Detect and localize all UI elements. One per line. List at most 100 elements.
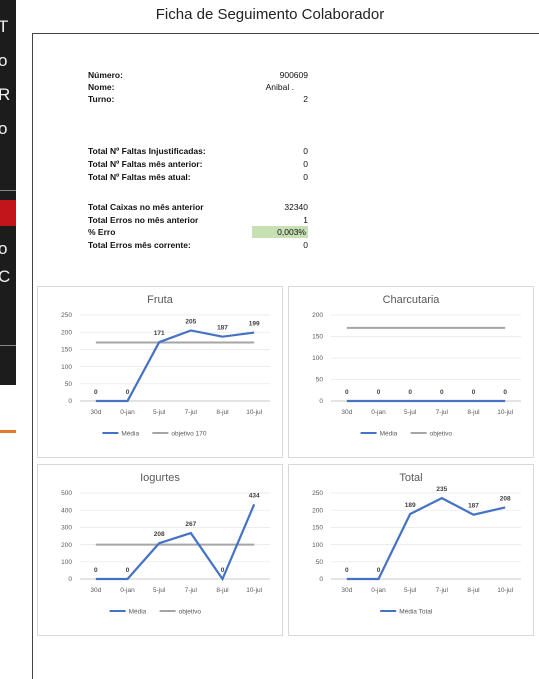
- x-tick-label: 5-jul: [153, 587, 166, 594]
- info-label: Total Erros mês corrente:: [88, 240, 191, 250]
- data-label: 0: [221, 567, 225, 574]
- data-label: 267: [185, 521, 196, 528]
- y-tick-label: 100: [312, 542, 323, 549]
- x-tick-label: 8-jul: [467, 587, 480, 594]
- data-label: 199: [249, 321, 260, 328]
- info-value: 0: [303, 159, 308, 169]
- data-label: 0: [345, 567, 349, 574]
- y-tick-label: 250: [61, 312, 72, 319]
- data-label: 0: [440, 389, 444, 396]
- y-tick-label: 100: [61, 559, 72, 566]
- report-sheet: Número: 900609 Nome: Anibal . Turno: 2 T…: [32, 33, 539, 679]
- background-letter: o: [0, 119, 8, 138]
- x-tick-label: 30d: [90, 587, 101, 594]
- y-tick-label: 0: [319, 576, 323, 583]
- y-tick-label: 50: [65, 381, 73, 388]
- data-label: 187: [217, 325, 228, 332]
- x-tick-label: 0-jan: [371, 587, 386, 594]
- x-tick-label: 5-jul: [153, 409, 166, 416]
- chart-title: Total: [399, 472, 422, 484]
- y-tick-label: 400: [61, 507, 72, 514]
- y-tick-label: 50: [316, 559, 324, 566]
- x-tick-label: 10-jul: [497, 587, 513, 594]
- data-label: 434: [249, 492, 260, 499]
- info-value: 0: [303, 146, 308, 156]
- data-label: 235: [436, 486, 447, 493]
- y-tick-label: 300: [61, 525, 72, 532]
- info-row-faltas-mes-anterior: Total Nº Faltas mês anterior: 0: [88, 159, 308, 171]
- y-tick-label: 0: [319, 398, 323, 405]
- y-tick-label: 100: [312, 355, 323, 362]
- x-tick-label: 8-jul: [216, 587, 229, 594]
- chart-title: Fruta: [147, 294, 174, 306]
- chart-svg: Iogurtes 0 100 200 300 400 500 30d 0-jan 5-jul 7-j…: [61, 472, 270, 615]
- info-label: % Erro: [88, 227, 116, 237]
- series-line-media: [95, 329, 255, 403]
- x-tick-label: 10-jul: [246, 587, 262, 594]
- x-tick-label: 30d: [90, 409, 101, 416]
- info-value: 0: [303, 172, 308, 182]
- y-tick-label: 150: [312, 334, 323, 341]
- info-value: 1: [303, 215, 308, 225]
- legend-label: objetivo: [430, 430, 453, 437]
- info-label: Total Erros no mês anterior: [88, 215, 199, 225]
- background-letter: o: [0, 239, 8, 258]
- info-label: Total Nº Faltas mês anterior:: [88, 159, 203, 169]
- y-tick-label: 200: [61, 329, 72, 336]
- chart-fruta: Fruta 0 50 100 150 200 250 30d 0-jan 5-jul 7-jul 8-…: [37, 286, 283, 458]
- legend-label: Média: [121, 430, 139, 437]
- background-letter: o: [0, 51, 8, 70]
- data-label: 0: [472, 389, 476, 396]
- data-label: 0: [126, 567, 130, 574]
- info-label: Número:: [88, 70, 123, 80]
- info-block: Número: 900609 Nome: Anibal . Turno: 2 T…: [88, 70, 308, 310]
- info-value: 900609: [279, 70, 308, 80]
- chart-svg: Fruta 0 50 100 150 200 250 30d 0-jan 5-jul 7-jul 8-…: [61, 294, 270, 437]
- legend-label: objetivo: [179, 608, 202, 615]
- data-label: 0: [377, 567, 381, 574]
- info-row-turno: Turno: 2: [88, 94, 308, 106]
- background-window: T o R o o C: [0, 0, 16, 678]
- perc-erro-value: 0,003%: [252, 226, 308, 238]
- legend-label: Média: [129, 608, 147, 615]
- legend-label: Média: [380, 430, 398, 437]
- data-label: 0: [503, 389, 507, 396]
- data-label: 0: [345, 389, 349, 396]
- series-line-media: [95, 503, 256, 582]
- y-tick-label: 50: [316, 377, 324, 384]
- x-tick-label: 7-jul: [436, 587, 449, 594]
- x-tick-label: 7-jul: [185, 409, 198, 416]
- background-red-bar: [0, 200, 16, 226]
- x-tick-label: 10-jul: [246, 409, 262, 416]
- info-value: 0: [303, 240, 308, 250]
- chart-charcutaria: Charcutaria 0 50 100 150 200 30d 0-jan 5-jul 7-ju…: [288, 286, 534, 458]
- data-label: 208: [500, 495, 511, 502]
- data-label: 0: [377, 389, 381, 396]
- chart-total: Total 0 50 100 150 200 250 30d 0-jan 5-jul 7-jul 8-…: [288, 464, 534, 636]
- info-label: Total Nº Faltas Injustificadas:: [88, 146, 206, 156]
- chart-iogurtes: Iogurtes 0 100 200 300 400 500 30d 0-jan 5-jul 7-j…: [37, 464, 283, 636]
- background-letter: T: [0, 17, 9, 36]
- info-label: Total Caixas no mês anterior: [88, 202, 204, 212]
- x-tick-label: 0-jan: [371, 409, 386, 416]
- info-row-numero: Número: 900609: [88, 70, 308, 82]
- legend-label: Média Total: [399, 608, 433, 615]
- y-tick-label: 150: [312, 525, 323, 532]
- data-label: 208: [154, 531, 165, 538]
- legend-label: objetivo 170: [171, 430, 206, 437]
- background-divider: [0, 345, 16, 346]
- x-tick-label: 0-jan: [120, 587, 135, 594]
- background-window-dark-panel: T o R o o C: [0, 0, 16, 385]
- info-value: 32340: [284, 202, 308, 212]
- y-tick-label: 0: [68, 398, 72, 405]
- data-label: 0: [94, 389, 98, 396]
- x-tick-label: 8-jul: [467, 409, 480, 416]
- data-label: 189: [405, 502, 416, 509]
- background-letter: R: [0, 85, 11, 104]
- y-tick-label: 200: [61, 542, 72, 549]
- info-row-nome: Nome: Anibal .: [88, 82, 308, 94]
- info-row-faltas-mes-atual: Total Nº Faltas mês atual: 0: [88, 172, 308, 184]
- x-tick-label: 7-jul: [185, 587, 198, 594]
- x-tick-label: 10-jul: [497, 409, 513, 416]
- info-row-faltas-injustificadas: Total Nº Faltas Injustificadas: 0: [88, 146, 308, 158]
